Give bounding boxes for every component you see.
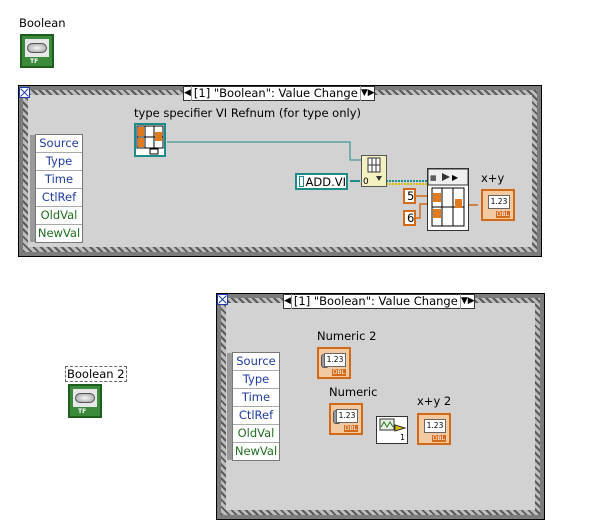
dbl-type-icon: DBL xyxy=(331,369,346,376)
toggle-switch-icon xyxy=(73,389,97,407)
add-subvi-node[interactable]: 1 xyxy=(376,416,408,444)
numeric-label: Numeric xyxy=(329,385,378,399)
numeric2-control[interactable]: 1.23 DBL xyxy=(317,347,351,379)
dbl-type-icon: DBL xyxy=(343,425,358,432)
sum-indicator-label: x+y xyxy=(481,171,505,185)
sum-indicator[interactable]: 1.23 DBL xyxy=(481,189,515,221)
call-by-reference-icon: ▦ ▶ xyxy=(427,168,469,227)
tf-type-icon: TF xyxy=(78,408,87,415)
call-by-reference-node[interactable]: ▦ ▶ xyxy=(427,168,469,231)
dbl-type-icon: DBL xyxy=(431,435,446,442)
numeric-control[interactable]: 1.23 DBL xyxy=(329,403,363,435)
event-data-node-bottom[interactable]: Source Type Time CtlRef OldVal NewVal xyxy=(227,352,280,461)
sum2-indicator[interactable]: 1.23 DBL xyxy=(417,413,451,445)
event-field-source[interactable]: Source xyxy=(233,353,279,371)
constant-y[interactable]: 6 xyxy=(403,210,416,226)
open-vi-reference-icon: 0 xyxy=(363,157,382,187)
event-field-time[interactable]: Time xyxy=(233,389,279,407)
svg-text:▦: ▦ xyxy=(430,174,437,182)
svg-text:0: 0 xyxy=(363,177,369,186)
svg-text:▶: ▶ xyxy=(452,173,459,182)
chevron-right-icon[interactable]: ▶ xyxy=(468,294,475,309)
event-field-ctlref[interactable]: CtlRef xyxy=(233,407,279,425)
sum-indicator-value: 1.23 xyxy=(488,195,510,209)
numeric-value: 1.23 xyxy=(336,409,358,423)
chevron-left-icon[interactable]: ◀ xyxy=(284,294,291,309)
constant-x[interactable]: 5 xyxy=(403,188,416,204)
stop-terminal-icon[interactable] xyxy=(217,294,228,305)
dbl-type-icon: DBL xyxy=(495,211,510,218)
event-case-selector-bottom[interactable]: ◀ [1] "Boolean": Value Change ▼ ▶ xyxy=(283,294,475,309)
event-field-newval[interactable]: NewVal xyxy=(233,443,279,460)
event-field-type[interactable]: Type xyxy=(233,371,279,389)
sum2-indicator-label: x+y 2 xyxy=(417,394,452,408)
subvi-constant: 1 xyxy=(400,433,406,442)
open-vi-reference-node[interactable]: 0 xyxy=(361,155,387,187)
event-case-label: [1] "Boolean": Value Change xyxy=(290,294,461,309)
numeric2-value: 1.23 xyxy=(324,353,346,367)
boolean2-terminal[interactable]: TF xyxy=(68,384,102,418)
path-icon xyxy=(299,176,304,187)
chevron-down-icon[interactable]: ▼ xyxy=(461,294,468,309)
sum2-indicator-value: 1.23 xyxy=(424,419,446,433)
event-field-oldval[interactable]: OldVal xyxy=(233,425,279,443)
vi-path-constant[interactable]: ADD.VI xyxy=(295,173,348,190)
boolean2-label: Boolean 2 xyxy=(65,366,127,382)
numeric2-label: Numeric 2 xyxy=(317,329,377,343)
vi-path-text: ADD.VI xyxy=(305,174,347,189)
